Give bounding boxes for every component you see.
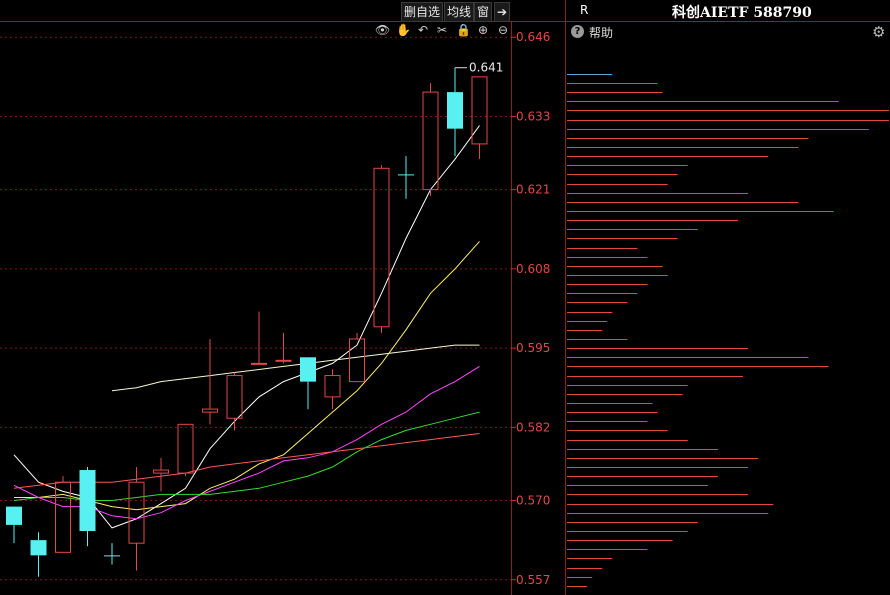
candle-body — [202, 408, 218, 413]
help-label[interactable]: 帮助 — [589, 24, 613, 41]
y-tick-label: 0.608 — [516, 262, 550, 276]
candle-body — [153, 469, 169, 474]
ma-lines-button[interactable]: 均线 — [444, 2, 475, 22]
candle-body — [6, 506, 22, 525]
ma-line-1 — [13, 125, 480, 529]
candle-body — [79, 470, 96, 531]
candle-body — [104, 555, 120, 557]
chart-stage[interactable]: 0.646 0.633 0.621 0.608 0.595 0.582 0.570 0.557… — [0, 0, 890, 595]
candle-body — [251, 362, 267, 365]
candle-body — [398, 174, 414, 176]
candlestick-chart[interactable]: 0.646 0.633 0.621 0.608 0.595 0.582 0.570 0.557… — [0, 0, 890, 595]
help-icon[interactable]: ? — [571, 25, 584, 38]
restriction-flag: R — [580, 3, 589, 17]
high-annotation: 0.641 — [469, 61, 503, 75]
ma-line-6 — [111, 344, 480, 392]
y-tick-label: 0.646 — [516, 30, 550, 44]
lock-icon[interactable]: 🔒 — [456, 23, 471, 37]
exit-button[interactable]: ➔ — [494, 2, 511, 22]
y-tick-label: 0.633 — [516, 109, 550, 123]
scissors-icon[interactable]: ✂ — [435, 23, 449, 37]
candle-body — [471, 76, 488, 145]
zoom-in-icon[interactable]: ⊕ — [476, 23, 490, 37]
y-tick-label: 0.621 — [516, 183, 550, 197]
candle-body — [324, 375, 341, 398]
gear-icon[interactable]: ⚙ — [872, 23, 885, 41]
candle-body — [373, 167, 390, 328]
zoom-out-icon[interactable]: ⊖ — [496, 23, 510, 37]
delete-watchlist-button[interactable]: 删自选 — [401, 2, 444, 22]
candle-body — [128, 481, 145, 544]
hand-icon[interactable]: ✋ — [396, 23, 411, 37]
undo-icon[interactable]: ↶ — [416, 23, 430, 37]
window-button[interactable]: 窗 — [474, 2, 493, 22]
candle-body — [226, 375, 243, 419]
ma-line-2 — [14, 241, 480, 511]
candle-body — [422, 91, 439, 191]
candle-body — [300, 357, 316, 382]
candle-body — [30, 540, 47, 556]
candle-body — [275, 359, 292, 362]
eye-icon[interactable]: 👁 — [375, 23, 390, 37]
security-title: 科创AIETF 588790 — [672, 5, 812, 21]
y-tick-label: 0.595 — [516, 341, 550, 355]
candle-body — [177, 423, 194, 474]
y-tick-label: 0.570 — [516, 494, 550, 508]
candle-body — [447, 92, 463, 129]
y-tick-label: 0.582 — [516, 420, 550, 434]
y-tick-label: 0.557 — [516, 573, 550, 587]
